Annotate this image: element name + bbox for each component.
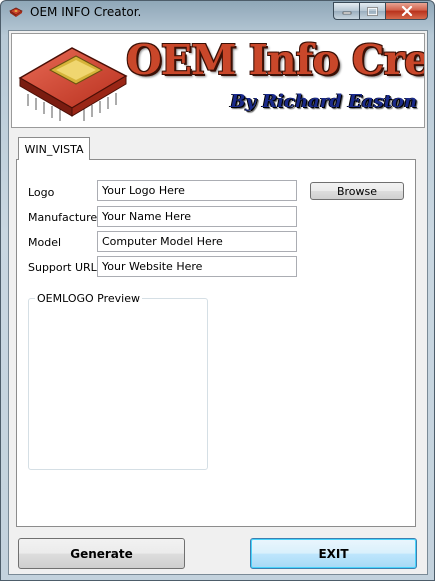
close-icon xyxy=(401,6,412,16)
logo-label: Logo xyxy=(28,186,55,199)
chip-icon xyxy=(9,7,23,17)
maximize-button[interactable] xyxy=(359,2,385,20)
cpu-chip-icon xyxy=(18,47,128,121)
manufacturer-input[interactable] xyxy=(97,206,297,227)
oemlogo-preview-group: OEMLOGO Preview xyxy=(28,293,208,470)
title-bar[interactable]: OEM INFO Creator. xyxy=(1,1,434,25)
banner: OEM Info Creator By Richard Easton xyxy=(11,33,425,128)
generate-button[interactable]: Generate xyxy=(18,538,185,569)
banner-title: OEM Info Creator xyxy=(126,36,425,84)
window-title: OEM INFO Creator. xyxy=(30,5,142,19)
browse-button[interactable]: Browse xyxy=(310,182,404,200)
app-window: OEM INFO Creator. OEM Info Cre By Richar… xyxy=(0,0,435,581)
model-label: Model xyxy=(28,236,62,249)
tab-panel: Logo Browse Manufacturer Model Support U… xyxy=(16,159,416,527)
client-area: OEM Info Creator By Richard Easton WIN_V… xyxy=(8,30,428,575)
support-url-input[interactable] xyxy=(97,256,297,277)
model-input[interactable] xyxy=(97,231,297,252)
oemlogo-preview-label: OEMLOGO Preview xyxy=(35,292,142,305)
maximize-icon xyxy=(367,6,378,16)
tab-win-vista[interactable]: WIN_VISTA xyxy=(18,137,90,160)
banner-subtitle: By Richard Easton xyxy=(230,91,417,112)
minimize-icon xyxy=(342,11,351,15)
manufacturer-label: Manufacturer xyxy=(28,211,102,224)
minimize-button[interactable] xyxy=(333,2,359,20)
exit-button[interactable]: EXIT xyxy=(250,538,417,569)
logo-input[interactable] xyxy=(97,180,297,201)
support-url-label: Support URL xyxy=(28,261,97,274)
caption-buttons xyxy=(333,2,428,20)
close-button[interactable] xyxy=(385,2,428,20)
